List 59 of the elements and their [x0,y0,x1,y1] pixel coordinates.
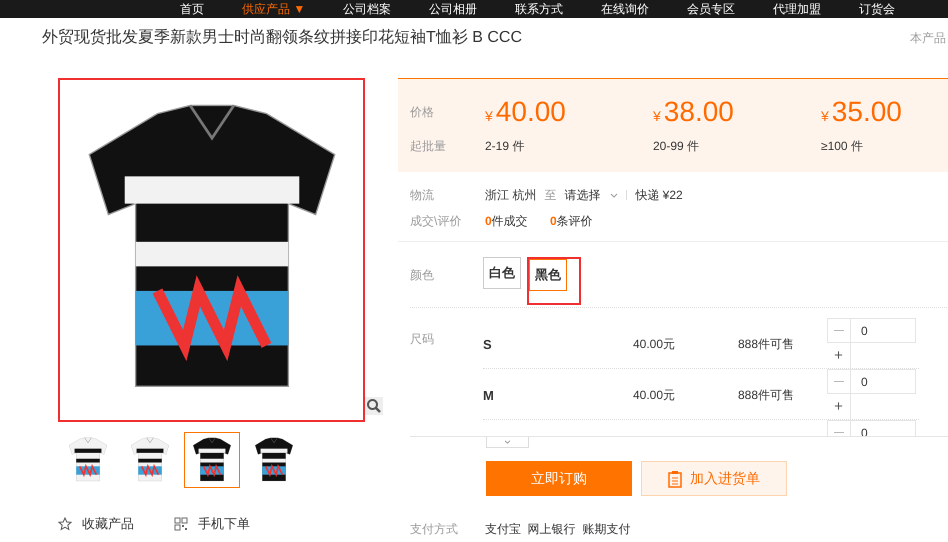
payment-label: 支付方式 [410,521,459,538]
currency-symbol: ¥ [485,106,493,126]
review-count: 0条评价 [550,213,593,230]
nav-link[interactable]: 代理加盟 [773,3,822,15]
color-label: 颜色 [410,266,435,284]
nav-link[interactable]: 公司档案 [343,3,392,15]
shipping-fee: 快递 ¥22 [635,187,683,204]
shirt-drawing [129,436,171,484]
tier-range: 20-99 件 [653,138,700,155]
clipboard-icon [668,470,682,488]
deals-label: 成交\评价 [410,213,462,230]
payment-methods: 支付宝 网上银行 账期支付 [485,521,630,538]
increase-button[interactable]: + [827,343,851,368]
nav-link[interactable]: 供应产品 ▼ [242,3,306,15]
nav-link[interactable]: 首页 [180,3,204,15]
tier-range: 2-19 件 [485,138,526,155]
size-label: 尺码 [410,331,435,348]
zoom-icon[interactable] [365,397,383,415]
side-label: 本产品 [910,30,946,47]
size-price: 40.00元 [633,337,676,351]
nav-link[interactable]: 订货会 [859,3,896,15]
color-option[interactable]: 白色 [483,256,521,288]
chevron-down-icon [610,192,618,198]
shirt-drawing [253,436,295,484]
color-option[interactable]: 黑色 [529,258,567,290]
quantity-field[interactable]: 0 [851,369,916,394]
size-price: 40.00元 [633,388,676,402]
size-name: S [483,337,492,352]
shirt-drawing [67,436,109,484]
product-title: 外贸现货批发夏季新款男士时尚翻领条纹拼接印花短袖T恤衫 B CCC [42,28,522,48]
increase-button[interactable]: + [827,394,851,419]
currency-symbol: ¥ [653,106,661,126]
quantity-field[interactable]: 0 [851,318,916,343]
price-label: 价格 [410,104,435,121]
size-stock: 888件可售 [738,388,794,402]
action-link[interactable]: 手机下单 [198,514,250,534]
logistics-label: 物流 [410,187,435,204]
nav-link[interactable]: 联系方式 [515,3,564,15]
tier-price: 38.00 [664,98,734,126]
tier-price: 40.00 [496,98,566,126]
tier-range: ≥100 件 [821,138,864,155]
nav-link[interactable]: 会员专区 [687,3,736,15]
qr-code-icon [174,516,188,531]
shirt-drawing [191,436,233,484]
star-icon [58,516,72,531]
action-link[interactable]: 收藏产品 [82,514,134,534]
tier-price: 35.00 [832,98,902,126]
thumbnail[interactable] [184,432,240,488]
currency-symbol: ¥ [821,106,829,126]
quantity-label: 起批量 [410,138,447,155]
size-stock: 888件可售 [738,337,794,351]
sold-count: 0件成交 [485,213,529,230]
origin-text: 浙江 杭州 [485,187,536,204]
size-name: M [483,388,494,403]
to-text: 至 [544,187,556,204]
nav-link[interactable]: 公司相册 [429,3,478,15]
nav-link[interactable]: 在线询价 [601,3,650,15]
destination-select[interactable]: 请选择 [564,186,618,204]
chevron-down-icon [504,440,511,444]
